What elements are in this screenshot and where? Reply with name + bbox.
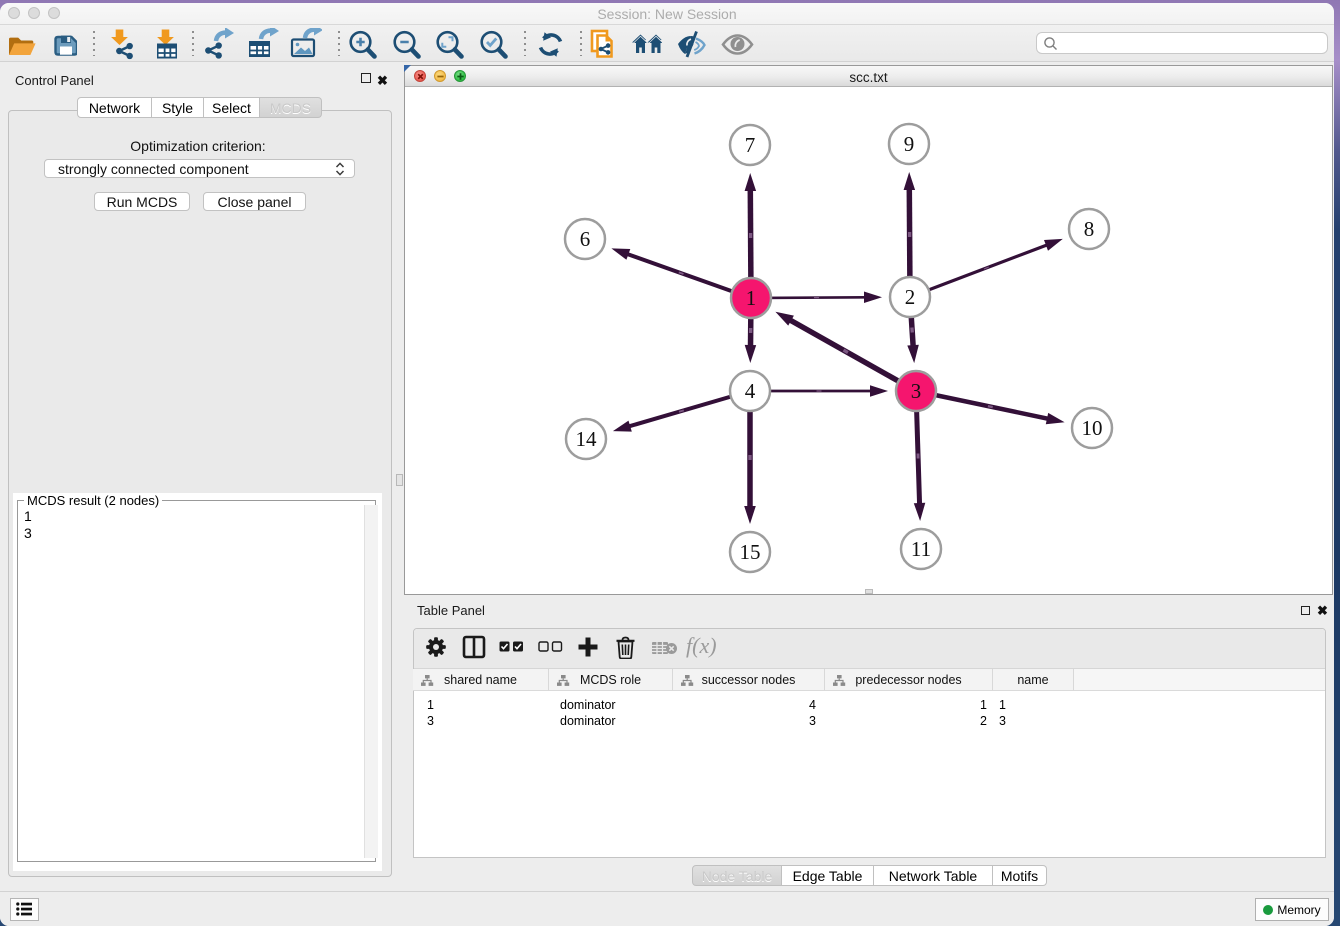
svg-text:8: 8 — [1084, 217, 1095, 241]
svg-text:14: 14 — [576, 427, 598, 451]
svg-text:11: 11 — [911, 537, 931, 561]
svg-text:2: 2 — [905, 285, 916, 309]
svg-text:9: 9 — [904, 132, 915, 156]
svg-text:1: 1 — [746, 286, 757, 310]
svg-text:6: 6 — [580, 227, 591, 251]
svg-text:10: 10 — [1082, 416, 1103, 440]
svg-text:3: 3 — [911, 379, 922, 403]
svg-text:4: 4 — [745, 379, 756, 403]
svg-text:7: 7 — [745, 133, 756, 157]
svg-text:15: 15 — [740, 540, 761, 564]
